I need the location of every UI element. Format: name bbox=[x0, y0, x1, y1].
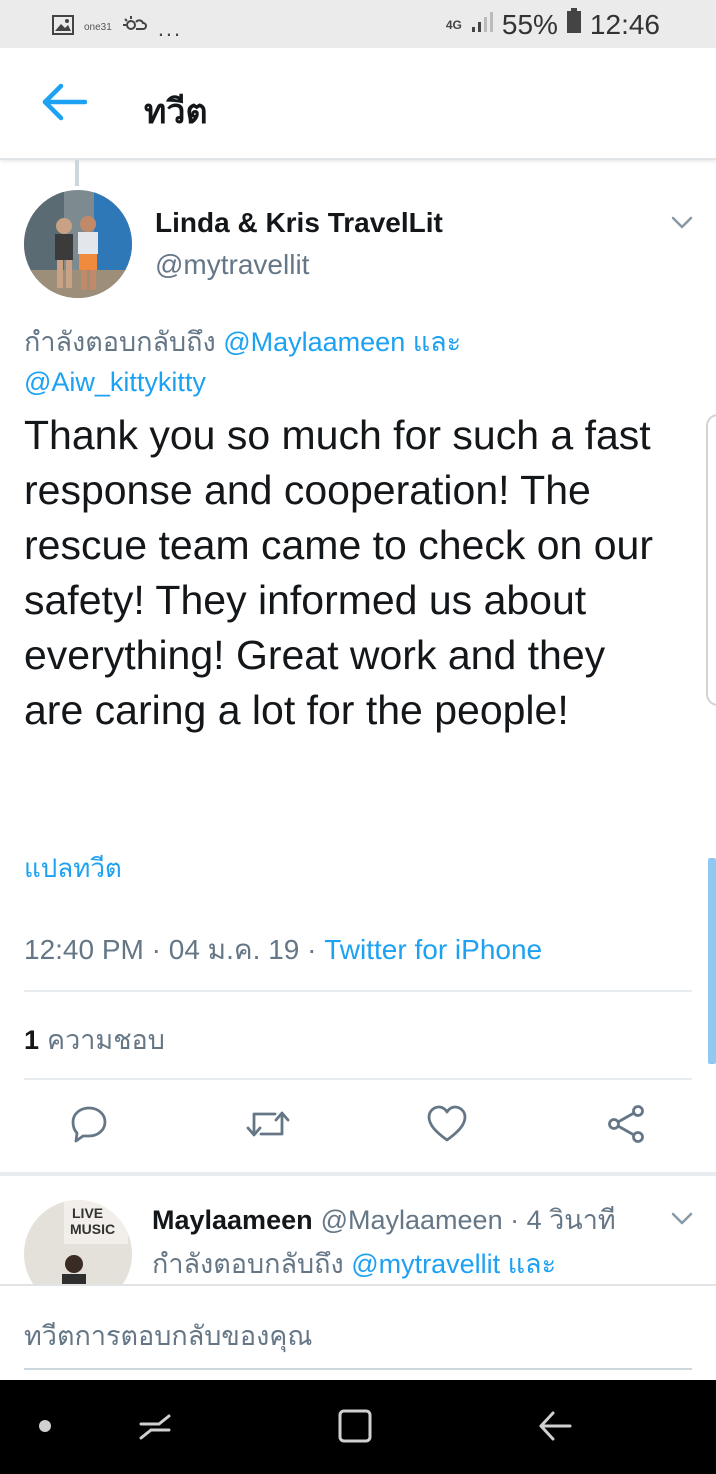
scrollbar[interactable] bbox=[708, 858, 716, 1064]
back-button[interactable] bbox=[36, 76, 92, 132]
tweet-date: 04 ม.ค. 19 bbox=[168, 934, 300, 965]
chevron-down-icon bbox=[668, 1212, 696, 1236]
status-left: one31 ... bbox=[52, 12, 182, 42]
nav-dot-button[interactable] bbox=[23, 1406, 67, 1450]
reply-replying-to: กำลังตอบกลับถึง @mytravellit และ bbox=[152, 1242, 556, 1285]
dot-icon bbox=[38, 1419, 52, 1438]
tweet-metadata: 12:40 PM · 04 ม.ค. 19 · Twitter for iPho… bbox=[24, 928, 542, 972]
battery-percent: 55% bbox=[501, 8, 558, 40]
reply-author-name[interactable]: Maylaameen bbox=[152, 1205, 313, 1235]
system-nav-bar bbox=[0, 1380, 716, 1474]
compose-reply-bar bbox=[0, 1284, 716, 1380]
share-button[interactable] bbox=[604, 1104, 648, 1148]
reply-icon bbox=[69, 1104, 109, 1149]
meta-separator: · bbox=[510, 1205, 520, 1235]
recent-apps-icon bbox=[137, 1408, 173, 1449]
replying-to-label: กำลังตอบกลับถึง bbox=[152, 1249, 344, 1279]
chevron-down-icon bbox=[668, 216, 696, 240]
reply-input[interactable] bbox=[24, 1316, 692, 1370]
status-bar: one31 ... 4G 55% 12:46 bbox=[0, 0, 716, 48]
heart-icon bbox=[426, 1104, 468, 1149]
edge-panel-handle[interactable] bbox=[706, 414, 716, 706]
divider bbox=[24, 990, 692, 992]
like-button[interactable] bbox=[425, 1104, 469, 1148]
divider bbox=[24, 1078, 692, 1080]
avatar-text-music: MUSIC bbox=[70, 1221, 115, 1237]
tweet-menu-button[interactable] bbox=[668, 208, 696, 236]
likes-count: 1 bbox=[24, 1025, 40, 1055]
mention-link-aiw-kittykitty[interactable]: @Aiw_kittykitty bbox=[24, 367, 206, 397]
replying-to: กำลังตอบกลับถึง @Maylaameen และ @Aiw_kit… bbox=[24, 322, 684, 402]
page-title: ทวีต bbox=[144, 93, 208, 131]
signal-icon bbox=[470, 9, 494, 41]
author-handle[interactable]: @mytravellit bbox=[155, 249, 309, 281]
reply-time: 4 วินาที bbox=[526, 1205, 616, 1235]
battery-icon bbox=[566, 8, 582, 41]
carrier-label: one31 bbox=[84, 21, 112, 33]
tweet-source-link[interactable]: Twitter for iPhone bbox=[324, 934, 542, 965]
mention-link-maylaameen[interactable]: @Maylaameen bbox=[223, 327, 405, 357]
arrow-left-icon bbox=[41, 82, 88, 127]
likes-summary[interactable]: 1 ความชอบ bbox=[24, 1018, 165, 1061]
replying-to-label: กำลังตอบกลับถึง bbox=[24, 327, 216, 357]
mention-link-mytravellit[interactable]: @mytravellit bbox=[351, 1249, 500, 1279]
app-bar: ทวีต bbox=[0, 48, 716, 160]
meta-separator: · bbox=[151, 934, 161, 965]
gallery-notification-icon bbox=[52, 14, 74, 40]
thread-connector bbox=[75, 160, 79, 186]
share-icon bbox=[606, 1104, 646, 1149]
retweet-icon bbox=[245, 1104, 291, 1149]
home-button[interactable] bbox=[333, 1406, 377, 1450]
author-avatar[interactable] bbox=[24, 190, 132, 298]
tweet-text: Thank you so much for such a fast respon… bbox=[24, 412, 653, 733]
section-divider bbox=[0, 1172, 716, 1176]
back-arrow-icon bbox=[537, 1408, 573, 1449]
recent-apps-button[interactable] bbox=[133, 1406, 177, 1450]
reply-author-handle[interactable]: @Maylaameen bbox=[321, 1205, 503, 1235]
avatar-text-live: LIVE bbox=[72, 1205, 103, 1221]
reply-header: Maylaameen @Maylaameen · 4 วินาที bbox=[152, 1198, 616, 1241]
replying-to-conjunction: และ bbox=[507, 1249, 557, 1279]
more-notifications: ... bbox=[157, 16, 183, 41]
cloud-notification-icon bbox=[122, 15, 148, 40]
home-icon bbox=[337, 1408, 373, 1449]
clock: 12:46 bbox=[589, 8, 660, 40]
tweet-time: 12:40 PM bbox=[24, 934, 144, 965]
reply-menu-button[interactable] bbox=[668, 1204, 696, 1232]
translate-tweet-link[interactable]: แปลทวีต bbox=[24, 848, 122, 889]
status-right: 4G 55% 12:46 bbox=[446, 8, 660, 41]
retweet-button[interactable] bbox=[246, 1104, 290, 1148]
back-nav-button[interactable] bbox=[533, 1406, 577, 1450]
likes-label: ความชอบ bbox=[47, 1025, 165, 1055]
author-display-name[interactable]: Linda & Kris TravelLit bbox=[155, 207, 443, 239]
meta-separator: · bbox=[307, 934, 317, 965]
reply-button[interactable] bbox=[67, 1104, 111, 1148]
network-type: 4G bbox=[445, 17, 462, 32]
replying-to-conjunction: และ bbox=[412, 327, 462, 357]
